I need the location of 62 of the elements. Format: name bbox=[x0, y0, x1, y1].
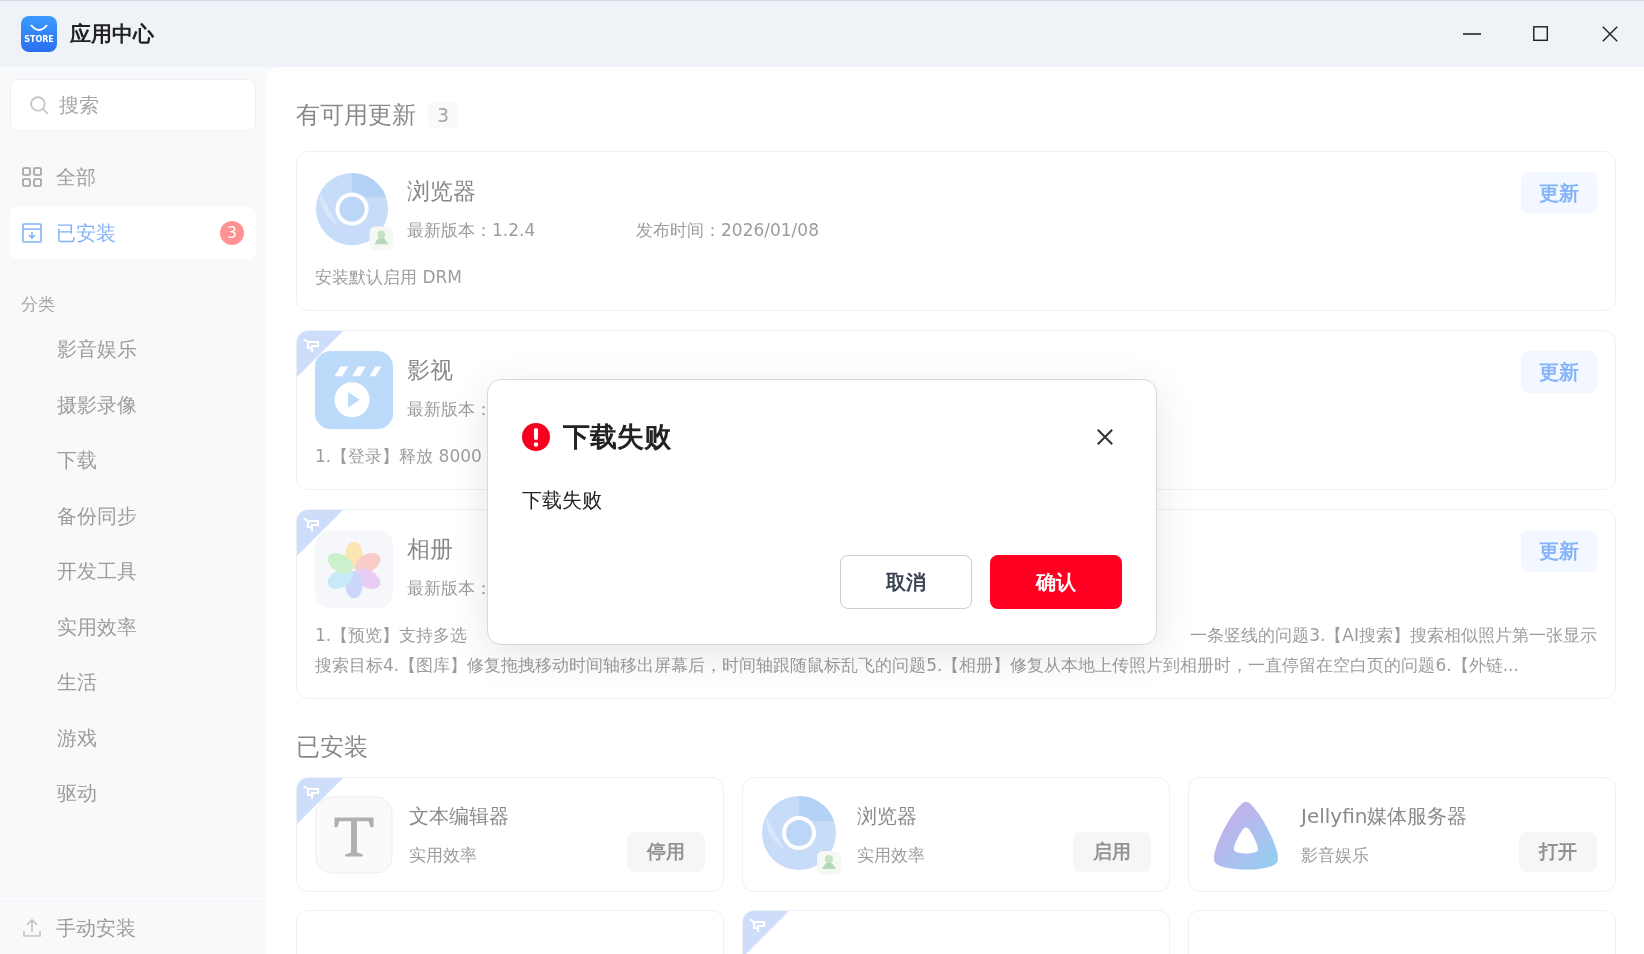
category-item[interactable]: 生活 bbox=[10, 655, 256, 711]
photos-app-icon bbox=[315, 530, 393, 608]
update-button[interactable]: 更新 bbox=[1521, 530, 1597, 572]
download-box-icon bbox=[22, 223, 42, 243]
upload-icon bbox=[22, 918, 42, 938]
grid-icon bbox=[22, 167, 42, 187]
category-item[interactable]: 摄影录像 bbox=[10, 377, 256, 433]
close-icon bbox=[1600, 25, 1619, 43]
description-text: 安装默认启用 DRM bbox=[315, 267, 462, 287]
window-title: 应用中心 bbox=[70, 21, 154, 48]
shopping-bag-icon bbox=[29, 24, 49, 34]
cancel-button[interactable]: 取消 bbox=[840, 555, 972, 609]
search-field[interactable]: 搜索 bbox=[10, 79, 256, 131]
app-name: 文本编辑器 bbox=[409, 802, 510, 830]
search-icon bbox=[29, 95, 50, 116]
dialog-message: 下载失败 bbox=[522, 487, 603, 514]
description-text: 一条竖线的问题3.【AI搜索】搜索相似照片第一张显示 bbox=[1190, 624, 1597, 647]
app-name: 相册 bbox=[407, 535, 454, 564]
category-item[interactable]: 实用效率 bbox=[10, 599, 256, 655]
nav-item[interactable]: 已安装 3 bbox=[10, 207, 256, 259]
dialog-title: 下载失败 bbox=[563, 420, 672, 454]
logo-text: STORE bbox=[24, 36, 54, 44]
count-badge: 3 bbox=[428, 102, 459, 128]
browser-icon bbox=[315, 172, 393, 250]
category-item[interactable]: 开发工具 bbox=[10, 544, 256, 600]
video-app-icon bbox=[315, 351, 393, 429]
section-title: 有可用更新 bbox=[296, 100, 416, 131]
category-text: 实用效率 bbox=[857, 843, 926, 867]
release-date: 发布时间：2026/01/08 bbox=[636, 219, 820, 242]
app-name: 浏览器 bbox=[857, 802, 918, 830]
section-heading: 分类 bbox=[21, 293, 56, 316]
close-icon bbox=[1096, 428, 1114, 446]
app-action-button[interactable]: 启用 bbox=[1073, 831, 1151, 872]
category-item[interactable]: 影音娱乐 bbox=[10, 322, 256, 378]
category-text: 实用效率 bbox=[409, 843, 478, 867]
app-name: 影视 bbox=[407, 356, 454, 385]
app-action-button[interactable]: 打开 bbox=[1519, 831, 1597, 872]
category-text: 影音娱乐 bbox=[1301, 843, 1370, 867]
error-icon bbox=[522, 423, 550, 451]
description-text: 1.【预览】支持多选 bbox=[315, 624, 468, 647]
category-item[interactable]: 备份同步 bbox=[10, 488, 256, 544]
section-title: 已安装 bbox=[296, 732, 368, 763]
description-text: 搜索目标4.【图库】修复拖拽移动时间轴移出屏幕后，时间轴跟随鼠标乱飞的问题5.【相册】修复从本地上传照片到相册时，一直停留在空白页的问题6.【外链... bbox=[315, 655, 1519, 675]
category-item[interactable]: 驱动 bbox=[10, 766, 256, 822]
description-text: 1.【登录】释放 8000 bbox=[315, 446, 482, 466]
update-button[interactable]: 更新 bbox=[1521, 351, 1597, 393]
version-text: 最新版本： bbox=[407, 398, 493, 421]
update-button[interactable]: 更新 bbox=[1521, 172, 1597, 214]
app-name: Jellyfin媒体服务器 bbox=[1301, 802, 1469, 830]
category-item[interactable]: 游戏 bbox=[10, 710, 256, 766]
app-action-button[interactable]: 停用 bbox=[627, 831, 705, 872]
maximize-icon bbox=[1531, 25, 1550, 43]
app-name: 浏览器 bbox=[407, 177, 477, 206]
count-badge: 3 bbox=[220, 221, 244, 245]
category-item[interactable]: 下载 bbox=[10, 433, 256, 489]
nav-item[interactable]: 全部 bbox=[10, 151, 256, 203]
version-text: 最新版本：1.2.4 bbox=[407, 219, 537, 242]
version-text: 最新版本： bbox=[407, 577, 493, 600]
minimize-icon bbox=[1461, 33, 1482, 35]
text-editor-icon bbox=[315, 795, 393, 874]
browser-icon bbox=[761, 794, 841, 875]
confirm-button[interactable]: 确认 bbox=[990, 555, 1122, 609]
